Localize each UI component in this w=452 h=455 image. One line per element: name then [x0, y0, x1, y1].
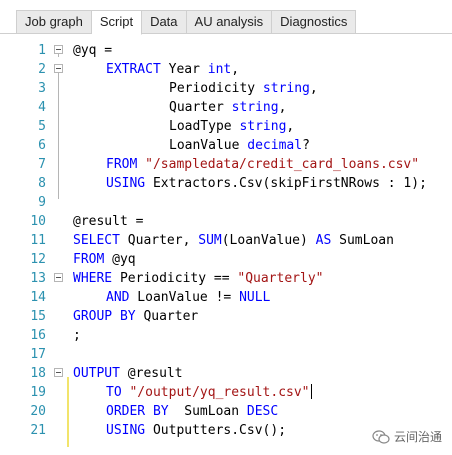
- code-line: 7 FROM "/sampledata/credit_card_loans.cs…: [0, 155, 452, 174]
- line-number: 1: [38, 43, 46, 58]
- watermark: 云间治通: [372, 428, 442, 445]
- code-line: 9: [0, 193, 452, 212]
- line-number: 8: [38, 176, 46, 191]
- code-line: 3 Periodicity string,: [0, 79, 452, 98]
- code-line: 6 LoanValue decimal?: [0, 136, 452, 155]
- code-text: WHERE Periodicity == "Quarterly": [73, 271, 324, 286]
- code-text: OUTPUT @result: [73, 366, 183, 381]
- line-number: 2: [38, 62, 46, 77]
- code-text: EXTRACT Year int,: [106, 62, 240, 77]
- code-text: AND LoanValue != NULL: [106, 290, 271, 305]
- code-line: 1 @yq =: [0, 41, 452, 60]
- line-number: 19: [30, 385, 46, 400]
- line-number: 15: [30, 309, 46, 324]
- code-text: USING Extractors.Csv(skipFirstNRows : 1)…: [106, 176, 427, 191]
- code-line: 18 OUTPUT @result: [0, 364, 452, 383]
- script-editor[interactable]: 1 @yq = 2 EXTRACT Year int, 3 Periodicit…: [0, 35, 452, 455]
- code-text: Periodicity string,: [169, 81, 318, 96]
- tab-strip: Job graph Script Data AU analysis Diagno…: [16, 10, 357, 35]
- code-line: 5 LoadType string,: [0, 117, 452, 136]
- collapse-icon[interactable]: [54, 64, 63, 73]
- line-number: 3: [38, 81, 46, 96]
- line-number: 9: [38, 195, 46, 210]
- line-number: 11: [30, 233, 46, 248]
- tab-data[interactable]: Data: [142, 10, 187, 34]
- code-line: 12 FROM @yq: [0, 250, 452, 269]
- line-number: 21: [30, 423, 46, 438]
- code-line: 13 WHERE Periodicity == "Quarterly": [0, 269, 452, 288]
- code-text: @yq =: [73, 43, 113, 58]
- code-text: @result =: [73, 214, 144, 229]
- code-text: ;: [73, 328, 81, 343]
- code-line: 10 @result =: [0, 212, 452, 231]
- code-line: 20 ORDER BY SumLoan DESC: [0, 402, 452, 421]
- code-text: Quarter string,: [169, 100, 287, 115]
- watermark-text: 云间治通: [393, 430, 442, 444]
- line-number: 20: [30, 404, 46, 419]
- code-text: GROUP BY Quarter: [73, 309, 199, 324]
- line-number: 17: [30, 347, 46, 362]
- line-number: 5: [38, 119, 46, 134]
- line-number: 10: [30, 214, 46, 229]
- code-line: 19 TO "/output/yq_result.csv": [0, 383, 452, 402]
- line-number: 12: [30, 252, 46, 267]
- wechat-icon: [372, 429, 390, 444]
- code-line: 11 SELECT Quarter, SUM(LoanValue) AS Sum…: [0, 231, 452, 250]
- line-number: 7: [38, 157, 46, 172]
- line-number: 13: [30, 271, 46, 286]
- tab-diagnostics[interactable]: Diagnostics: [272, 10, 357, 34]
- code-text: ORDER BY SumLoan DESC: [106, 404, 279, 419]
- code-line: 4 Quarter string,: [0, 98, 452, 117]
- line-number: 6: [38, 138, 46, 153]
- line-number: 18: [30, 366, 46, 381]
- code-text: LoanValue decimal?: [169, 138, 310, 153]
- code-line: 16 ;: [0, 326, 452, 345]
- collapse-icon[interactable]: [54, 368, 63, 377]
- tab-job-graph[interactable]: Job graph: [16, 10, 92, 34]
- code-line: 14 AND LoanValue != NULL: [0, 288, 452, 307]
- line-number: 4: [38, 100, 46, 115]
- code-line: 8 USING Extractors.Csv(skipFirstNRows : …: [0, 174, 452, 193]
- tab-script[interactable]: Script: [91, 10, 143, 35]
- code-line: 15 GROUP BY Quarter: [0, 307, 452, 326]
- line-number: 14: [30, 290, 46, 305]
- code-line: 2 EXTRACT Year int,: [0, 60, 452, 79]
- code-text: FROM "/sampledata/credit_card_loans.csv": [106, 157, 420, 172]
- collapse-icon[interactable]: [54, 273, 63, 282]
- code-text: LoadType string,: [169, 119, 295, 134]
- tab-au-analysis[interactable]: AU analysis: [186, 10, 273, 34]
- text-caret: [310, 384, 312, 399]
- code-text: SELECT Quarter, SUM(LoanValue) AS SumLoa…: [73, 233, 394, 248]
- code-line: 17: [0, 345, 452, 364]
- tab-bar: Job graph Script Data AU analysis Diagno…: [0, 0, 452, 35]
- collapse-icon[interactable]: [54, 45, 63, 54]
- code-text: FROM @yq: [73, 252, 136, 267]
- code-text: USING Outputters.Csv();: [106, 423, 287, 438]
- code-text: TO "/output/yq_result.csv": [106, 384, 312, 400]
- line-number: 16: [30, 328, 46, 343]
